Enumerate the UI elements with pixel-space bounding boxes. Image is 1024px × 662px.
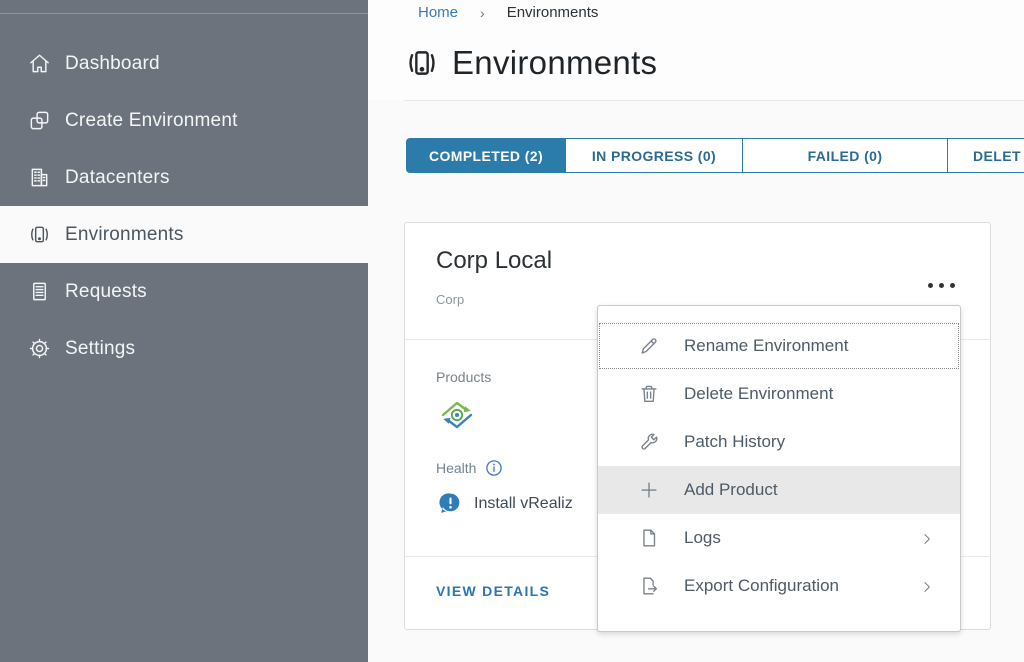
health-label: Health — [436, 460, 476, 476]
menu-item-label: Delete Environment — [684, 384, 833, 404]
tab-completed[interactable]: COMPLETED (2) — [406, 138, 566, 173]
vrealize-product-icon[interactable] — [435, 393, 479, 437]
building-icon — [28, 166, 51, 189]
page-title: Environments — [452, 44, 657, 82]
view-details-link[interactable]: VIEW DETAILS — [436, 583, 550, 599]
card-context-menu: Rename Environment Delete Environment Pa… — [597, 305, 961, 632]
gear-icon — [28, 337, 51, 360]
menu-item-label: Rename Environment — [684, 336, 848, 356]
tab-in-progress[interactable]: IN PROGRESS (0) — [565, 138, 743, 173]
plus-icon — [638, 479, 660, 501]
tab-failed[interactable]: FAILED (0) — [742, 138, 948, 173]
info-circle-icon[interactable] — [485, 459, 503, 477]
menu-item-label: Logs — [684, 528, 721, 548]
sidebar-item-settings[interactable]: Settings — [0, 320, 368, 377]
sidebar: Dashboard Create Environment Datacenters… — [0, 0, 368, 662]
wrench-icon — [638, 431, 660, 453]
status-filter-tabs: COMPLETED (2) IN PROGRESS (0) FAILED (0)… — [406, 138, 1024, 173]
sidebar-item-environments[interactable]: Environments — [0, 206, 368, 263]
menu-item-label: Patch History — [684, 432, 785, 452]
breadcrumb-home-link[interactable]: Home — [418, 4, 458, 21]
file-icon — [638, 527, 660, 549]
sidebar-item-label: Datacenters — [65, 167, 170, 189]
trash-icon — [638, 383, 660, 405]
export-icon — [638, 575, 660, 597]
menu-item-export-configuration[interactable]: Export Configuration — [598, 562, 960, 610]
page-title-row: Environments — [405, 44, 657, 82]
main-content: Home › Environments Environments COMPLET… — [368, 0, 1024, 662]
menu-item-logs[interactable]: Logs — [598, 514, 960, 562]
home-icon — [28, 52, 51, 75]
title-divider — [404, 100, 1024, 101]
sidebar-item-label: Environments — [65, 224, 184, 246]
environment-card-title: Corp Local — [436, 247, 552, 275]
sidebar-item-label: Dashboard — [65, 53, 160, 75]
chevron-right-icon — [920, 531, 934, 545]
sidebar-item-datacenters[interactable]: Datacenters — [0, 149, 368, 206]
menu-item-label: Export Configuration — [684, 576, 839, 596]
breadcrumb-current: Environments — [507, 4, 599, 21]
sidebar-item-dashboard[interactable]: Dashboard — [0, 35, 368, 92]
pencil-icon — [638, 335, 660, 357]
environment-icon — [28, 223, 51, 246]
sidebar-item-label: Requests — [65, 281, 147, 303]
tab-deleted[interactable]: DELET — [947, 138, 1024, 173]
products-label: Products — [436, 369, 491, 385]
menu-item-label: Add Product — [684, 480, 778, 500]
card-actions-menu-button[interactable] — [928, 275, 962, 295]
menu-item-rename-environment[interactable]: Rename Environment — [598, 322, 960, 370]
sidebar-top-divider — [0, 13, 368, 14]
sidebar-item-label: Create Environment — [65, 110, 238, 132]
menu-item-add-product[interactable]: Add Product — [598, 466, 960, 514]
ellipsis-icon — [928, 283, 933, 288]
menu-item-patch-history[interactable]: Patch History — [598, 418, 960, 466]
environment-card-subtitle: Corp — [436, 292, 464, 307]
breadcrumb-separator-icon: › — [480, 5, 485, 21]
clone-icon — [28, 109, 51, 132]
menu-item-delete-environment[interactable]: Delete Environment — [598, 370, 960, 418]
health-row: Health — [436, 459, 503, 477]
sidebar-nav: Dashboard Create Environment Datacenters… — [0, 35, 368, 377]
breadcrumb: Home › Environments — [418, 4, 598, 21]
alert-bubble-icon — [438, 491, 463, 516]
sidebar-item-label: Settings — [65, 338, 135, 360]
document-icon — [28, 280, 51, 303]
sidebar-item-requests[interactable]: Requests — [0, 263, 368, 320]
health-alert-row[interactable]: Install vRealiz — [438, 491, 573, 516]
chevron-right-icon — [920, 579, 934, 593]
health-alert-text: Install vRealiz — [474, 495, 573, 513]
environment-icon — [405, 45, 439, 81]
sidebar-item-create-environment[interactable]: Create Environment — [0, 92, 368, 149]
